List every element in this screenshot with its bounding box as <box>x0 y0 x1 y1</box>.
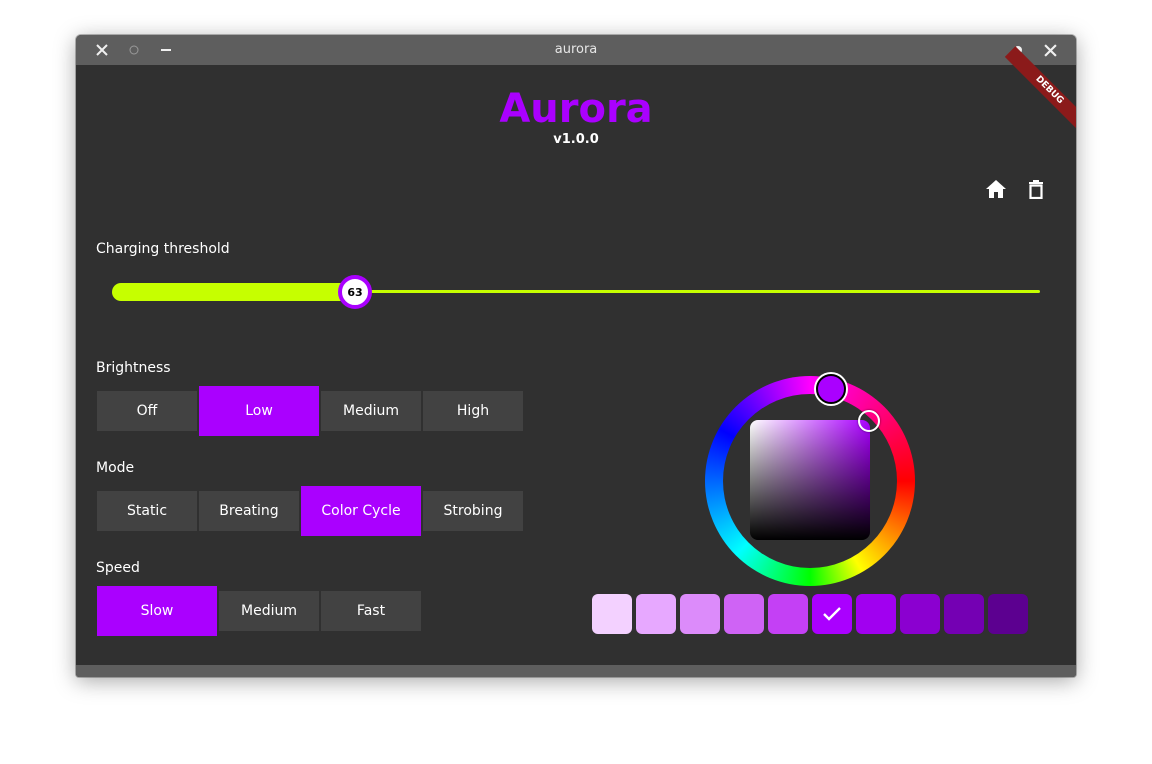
brightness-low-button[interactable]: Low <box>199 386 319 436</box>
close-icon <box>1043 43 1057 57</box>
brightness-high-button[interactable]: High <box>423 391 523 431</box>
window-title: aurora <box>554 42 598 57</box>
home-icon <box>986 180 1006 198</box>
delete-button[interactable] <box>1022 175 1050 203</box>
slider-thumb[interactable]: 63 <box>338 275 372 309</box>
speed-toggle-group: Slow Medium Fast <box>97 586 421 636</box>
brightness-toggle-group: Off Low Medium High <box>97 386 523 436</box>
speed-label: Speed <box>96 560 140 576</box>
slider-value: 63 <box>347 285 363 299</box>
charging-threshold-label: Charging threshold <box>96 241 230 257</box>
slider-inactive-track <box>356 290 1040 293</box>
app-window: aurora DEBUG Aurora v1.0.0 Charging thre… <box>76 35 1076 677</box>
close-app-button[interactable] <box>1035 35 1065 65</box>
mode-label: Mode <box>96 460 135 476</box>
saturation-value-square[interactable] <box>750 420 870 540</box>
color-swatch[interactable] <box>900 594 940 634</box>
window-bottom-bar <box>76 665 1076 677</box>
color-swatch[interactable] <box>944 594 984 634</box>
color-swatch-selected[interactable] <box>812 594 852 634</box>
color-swatches <box>592 594 1028 634</box>
hue-handle[interactable] <box>816 374 846 404</box>
color-swatch[interactable] <box>680 594 720 634</box>
mode-toggle-group: Static Breating Color Cycle Strobing <box>97 486 523 536</box>
color-swatch[interactable] <box>856 594 896 634</box>
speed-slow-button[interactable]: Slow <box>97 586 217 636</box>
brightness-off-button[interactable]: Off <box>97 391 197 431</box>
mode-breathing-button[interactable]: Breating <box>199 491 299 531</box>
slider-active-track <box>112 283 356 301</box>
speed-medium-button[interactable]: Medium <box>219 591 319 631</box>
app-version: v1.0.0 <box>553 132 599 147</box>
mode-strobing-button[interactable]: Strobing <box>423 491 523 531</box>
app-content: DEBUG Aurora v1.0.0 Charging threshold 6… <box>76 46 1076 665</box>
saturation-handle[interactable] <box>858 410 880 432</box>
brightness-medium-button[interactable]: Medium <box>321 391 421 431</box>
color-swatch[interactable] <box>988 594 1028 634</box>
charging-threshold-slider[interactable]: 63 <box>112 275 1040 309</box>
color-swatch[interactable] <box>768 594 808 634</box>
brightness-label: Brightness <box>96 360 171 376</box>
color-swatch[interactable] <box>636 594 676 634</box>
mode-color-cycle-button[interactable]: Color Cycle <box>301 486 421 536</box>
delete-icon <box>1029 180 1043 199</box>
app-title: Aurora <box>499 86 653 132</box>
color-swatch[interactable] <box>592 594 632 634</box>
titlebar: aurora <box>76 35 1076 65</box>
home-button[interactable] <box>982 175 1010 203</box>
speed-fast-button[interactable]: Fast <box>321 591 421 631</box>
color-swatch[interactable] <box>724 594 764 634</box>
mode-static-button[interactable]: Static <box>97 491 197 531</box>
check-icon <box>823 607 841 621</box>
